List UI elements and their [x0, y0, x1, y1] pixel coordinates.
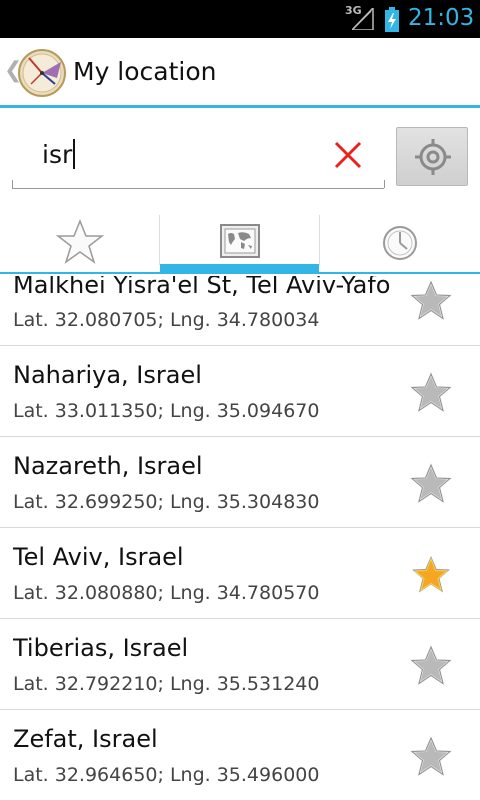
- star-icon: [56, 218, 104, 264]
- list-item[interactable]: Tiberias, Israel Lat. 32.792210; Lng. 35…: [0, 619, 480, 710]
- tab-bar: [0, 211, 480, 274]
- tab-map[interactable]: [160, 211, 320, 272]
- clock-time: 21:03: [408, 5, 475, 31]
- list-item[interactable]: Zefat, Israel Lat. 32.964650; Lng. 35.49…: [0, 710, 480, 800]
- map-icon: [220, 224, 260, 258]
- tab-selected-indicator: [160, 264, 319, 272]
- text-cursor: [73, 139, 76, 169]
- favorite-star-icon[interactable]: [409, 279, 453, 323]
- location-coordinates: Lat. 32.080880; Lng. 34.780570: [13, 582, 320, 604]
- location-name: Malkhei Yisra'el St, Tel Aviv-Yafo: [13, 276, 391, 299]
- location-coordinates: Lat. 33.011350; Lng. 35.094670: [13, 400, 320, 422]
- page-title: My location: [73, 57, 217, 86]
- locate-me-button[interactable]: [396, 127, 468, 186]
- location-coordinates: Lat. 32.080705; Lng. 34.780034: [13, 309, 320, 331]
- list-item[interactable]: Nazareth, Israel Lat. 32.699250; Lng. 35…: [0, 437, 480, 528]
- results-list: Malkhei Yisra'el St, Tel Aviv-Yafo Lat. …: [0, 276, 480, 800]
- favorite-star-icon[interactable]: [409, 553, 453, 597]
- favorite-star-icon[interactable]: [409, 735, 453, 779]
- status-bar: 3G 21:03: [0, 0, 480, 38]
- search-input-value: isr: [42, 139, 76, 169]
- list-item[interactable]: Tel Aviv, Israel Lat. 32.080880; Lng. 34…: [0, 528, 480, 619]
- location-name: Nazareth, Israel: [13, 452, 203, 480]
- favorite-star-icon[interactable]: [409, 462, 453, 506]
- location-name: Nahariya, Israel: [13, 361, 202, 389]
- location-coordinates: Lat. 32.792210; Lng. 35.531240: [13, 673, 320, 695]
- clear-search-button[interactable]: [330, 137, 366, 173]
- tab-history[interactable]: [320, 211, 480, 272]
- clock-icon: [383, 226, 417, 260]
- battery-charging-icon: [385, 7, 399, 32]
- signal-icon: [352, 8, 374, 30]
- location-coordinates: Lat. 32.964650; Lng. 35.496000: [13, 764, 320, 786]
- list-item[interactable]: Malkhei Yisra'el St, Tel Aviv-Yafo Lat. …: [0, 276, 480, 346]
- tab-favorites[interactable]: [0, 211, 160, 272]
- favorite-star-icon[interactable]: [409, 371, 453, 415]
- search-input[interactable]: isr: [12, 127, 385, 189]
- search-area: isr: [0, 111, 480, 206]
- location-name: Zefat, Israel: [13, 725, 158, 753]
- location-name: Tiberias, Israel: [13, 634, 189, 662]
- app-logo-icon[interactable]: [17, 48, 67, 98]
- favorite-star-icon[interactable]: [409, 644, 453, 688]
- action-bar: ❮ My location: [0, 38, 480, 108]
- gps-target-icon: [415, 139, 451, 175]
- list-item[interactable]: Nahariya, Israel Lat. 33.011350; Lng. 35…: [0, 346, 480, 437]
- location-coordinates: Lat. 32.699250; Lng. 35.304830: [13, 491, 320, 513]
- location-name: Tel Aviv, Israel: [13, 543, 184, 571]
